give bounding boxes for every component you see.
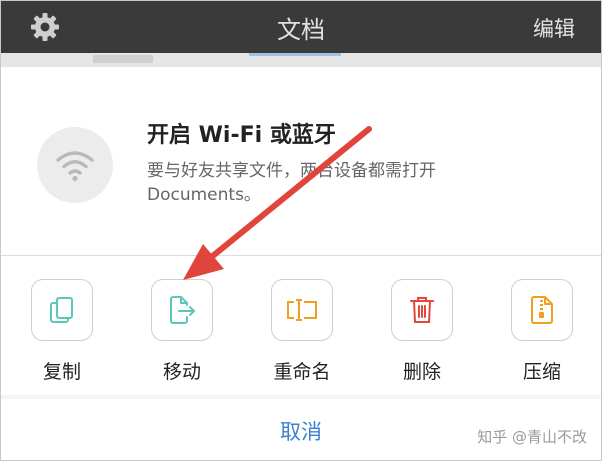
rename-icon (287, 299, 317, 321)
move-label: 移动 (162, 361, 201, 383)
prompt-description: 要与好友共享文件，两台设备都需打开 Documents。 (147, 161, 436, 205)
background-item (93, 55, 153, 63)
copy-icon (50, 297, 73, 323)
divider (1, 255, 601, 256)
compress-button[interactable]: 压缩 (509, 279, 575, 384)
app-frame: 文档 编辑 开启 Wi-Fi 或蓝牙 要与好友共享文件，两台设备都需打开 Doc… (0, 0, 602, 461)
rename-label: 重命名 (273, 361, 331, 383)
wifi-badge (37, 127, 113, 203)
edit-button[interactable]: 编辑 (533, 13, 575, 43)
copy-tile[interactable] (31, 279, 93, 341)
move-tile[interactable] (151, 279, 213, 341)
copy-label: 复制 (42, 361, 81, 383)
background-content-strip (1, 53, 601, 67)
cancel-button[interactable]: 取消 (280, 416, 322, 446)
background-tab-indicator (249, 53, 341, 56)
delete-tile[interactable] (391, 279, 453, 341)
move-button[interactable]: 移动 (149, 279, 215, 384)
copy-button[interactable]: 复制 (29, 279, 95, 384)
move-icon (170, 296, 195, 324)
trash-icon (410, 297, 434, 323)
delete-button[interactable]: 删除 (389, 279, 455, 384)
compress-label: 压缩 (522, 361, 561, 383)
rename-tile[interactable] (271, 279, 333, 341)
prompt-title: 开启 Wi-Fi 或蓝牙 (147, 123, 336, 148)
zip-icon (531, 296, 553, 324)
page-title: 文档 (277, 15, 325, 44)
gear-icon[interactable] (29, 11, 61, 43)
share-action-sheet: 开启 Wi-Fi 或蓝牙 要与好友共享文件，两台设备都需打开 Documents… (1, 67, 601, 395)
watermark: 知乎 @青山不改 (477, 428, 587, 446)
nav-bar: 文档 编辑 (1, 1, 601, 53)
compress-tile[interactable] (511, 279, 573, 341)
wifi-icon (56, 151, 94, 182)
rename-button[interactable]: 重命名 (269, 279, 335, 384)
delete-label: 删除 (402, 361, 441, 383)
